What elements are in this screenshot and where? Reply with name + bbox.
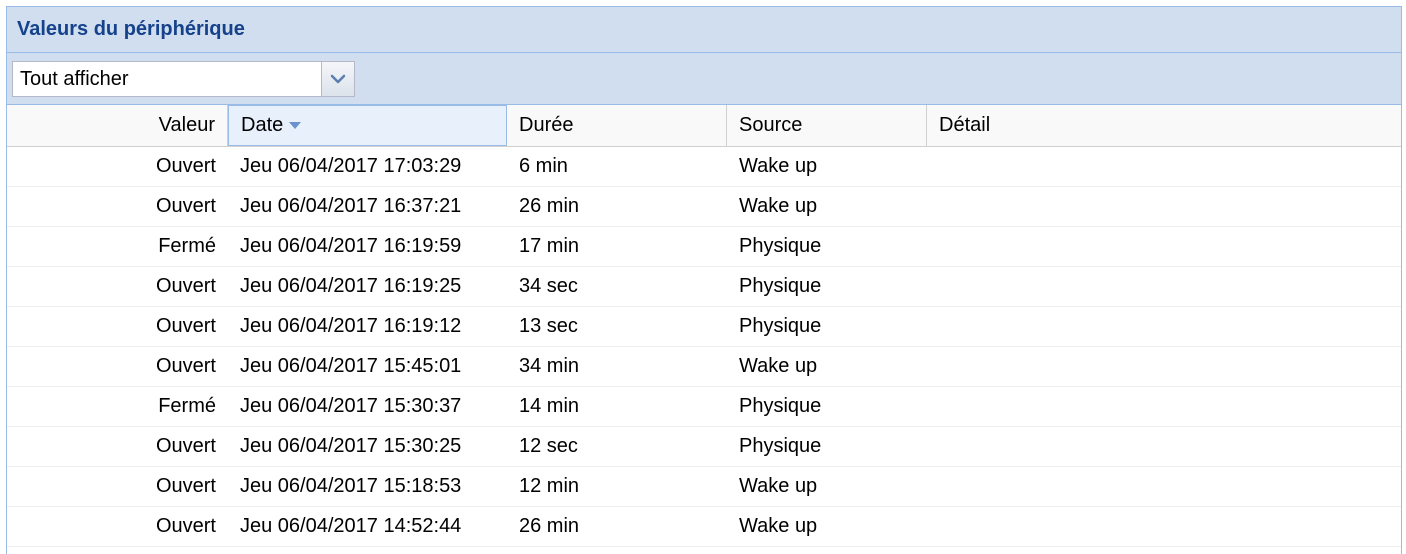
table-row[interactable]: Ouvert Jeu 06/04/2017 14:52:44 26 min Wake … <box>7 507 1401 547</box>
cell-source: Physique <box>739 395 822 417</box>
cell-date: Jeu 06/04/2017 16:19:12 <box>240 315 462 337</box>
filter-dropdown-button[interactable] <box>321 61 355 97</box>
cell-duree: 6 min <box>519 155 568 177</box>
cell-duree: 12 sec <box>519 435 578 457</box>
cell-source: Physique <box>739 435 822 457</box>
cell-detail <box>927 227 1401 266</box>
cell-valeur: Ouvert <box>155 315 216 337</box>
cell-detail <box>927 147 1401 186</box>
column-header-label: Durée <box>519 114 574 136</box>
filter-select[interactable]: Tout afficher <box>12 61 321 97</box>
grid-header: Valeur Date Durée Source Détail <box>7 105 1401 147</box>
cell-detail <box>927 387 1401 426</box>
cell-valeur: Fermé <box>158 395 216 417</box>
cell-detail <box>927 427 1401 466</box>
sort-desc-icon <box>289 122 302 129</box>
table-row[interactable]: Ouvert Jeu 06/04/2017 16:19:12 13 sec Physi… <box>7 307 1401 347</box>
cell-valeur: Ouvert <box>155 515 216 537</box>
filter-toolbar: Tout afficher <box>7 53 1401 105</box>
column-header-label: Source <box>739 114 803 136</box>
table-row[interactable]: Ouvert Jeu 06/04/2017 15:45:01 34 min Wake … <box>7 347 1401 387</box>
cell-duree: 26 min <box>519 195 580 217</box>
cell-valeur: Ouvert <box>155 155 216 177</box>
table-row[interactable]: Ouvert Jeu 06/04/2017 17:03:29 6 min Wake u… <box>7 147 1401 187</box>
table-row[interactable]: Ouvert Jeu 06/04/2017 16:37:21 26 min Wake … <box>7 187 1401 227</box>
grid-body: Ouvert Jeu 06/04/2017 17:03:29 6 min Wake u… <box>7 147 1401 547</box>
column-header-source[interactable]: Source <box>727 105 927 146</box>
cell-detail <box>927 187 1401 226</box>
cell-valeur: Ouvert <box>155 475 216 497</box>
cell-detail <box>927 467 1401 506</box>
cell-source: Wake up <box>739 155 818 177</box>
cell-date: Jeu 06/04/2017 15:45:01 <box>240 355 462 377</box>
cell-source: Wake up <box>739 195 818 217</box>
chevron-down-icon <box>330 74 346 84</box>
cell-date: Jeu 06/04/2017 16:19:59 <box>240 235 462 257</box>
device-values-panel: Valeurs du périphérique Tout afficher Va… <box>6 6 1402 554</box>
cell-duree: 34 min <box>519 355 580 377</box>
cell-date: Jeu 06/04/2017 15:18:53 <box>240 475 462 497</box>
cell-source: Physique <box>739 235 822 257</box>
filter-combo[interactable]: Tout afficher <box>12 61 355 97</box>
cell-duree: 14 min <box>519 395 580 417</box>
column-header-date[interactable]: Date <box>228 105 507 146</box>
cell-date: Jeu 06/04/2017 16:37:21 <box>240 195 462 217</box>
cell-duree: 34 sec <box>519 275 578 297</box>
cell-source: Wake up <box>739 355 818 377</box>
cell-detail <box>927 507 1401 546</box>
column-header-duree[interactable]: Durée <box>507 105 727 146</box>
column-header-label: Date <box>241 114 284 136</box>
column-header-valeur[interactable]: Valeur <box>7 105 228 146</box>
cell-detail <box>927 347 1401 386</box>
panel-header: Valeurs du périphérique <box>7 7 1401 53</box>
cell-date: Jeu 06/04/2017 16:19:25 <box>240 275 462 297</box>
cell-source: Wake up <box>739 515 818 537</box>
cell-source: Physique <box>739 275 822 297</box>
column-header-label: Valeur <box>158 114 215 136</box>
cell-valeur: Ouvert <box>155 355 216 377</box>
table-row[interactable]: Ouvert Jeu 06/04/2017 15:18:53 12 min Wake … <box>7 467 1401 507</box>
cell-date: Jeu 06/04/2017 15:30:25 <box>240 435 462 457</box>
values-grid: Valeur Date Durée Source Détail Ouvert Je… <box>7 105 1401 547</box>
cell-duree: 17 min <box>519 235 580 257</box>
column-header-detail[interactable]: Détail <box>927 105 1401 146</box>
cell-valeur: Ouvert <box>155 435 216 457</box>
table-row[interactable]: Ouvert Jeu 06/04/2017 16:19:25 34 sec Physi… <box>7 267 1401 307</box>
cell-date: Jeu 06/04/2017 15:30:37 <box>240 395 462 417</box>
cell-source: Physique <box>739 315 822 337</box>
cell-valeur: Fermé <box>158 235 216 257</box>
cell-valeur: Ouvert <box>155 275 216 297</box>
column-header-label: Détail <box>939 114 991 136</box>
panel-title: Valeurs du périphérique <box>17 18 245 40</box>
table-row[interactable]: Ouvert Jeu 06/04/2017 15:30:25 12 sec Physi… <box>7 427 1401 467</box>
cell-valeur: Ouvert <box>155 195 216 217</box>
cell-duree: 13 sec <box>519 315 578 337</box>
cell-duree: 12 min <box>519 475 580 497</box>
cell-duree: 26 min <box>519 515 580 537</box>
cell-detail <box>927 267 1401 306</box>
table-row[interactable]: Fermé Jeu 06/04/2017 15:30:37 14 min Physiq… <box>7 387 1401 427</box>
cell-source: Wake up <box>739 475 818 497</box>
cell-date: Jeu 06/04/2017 17:03:29 <box>240 155 462 177</box>
cell-detail <box>927 307 1401 346</box>
table-row[interactable]: Fermé Jeu 06/04/2017 16:19:59 17 min Physiq… <box>7 227 1401 267</box>
cell-date: Jeu 06/04/2017 14:52:44 <box>240 515 462 537</box>
